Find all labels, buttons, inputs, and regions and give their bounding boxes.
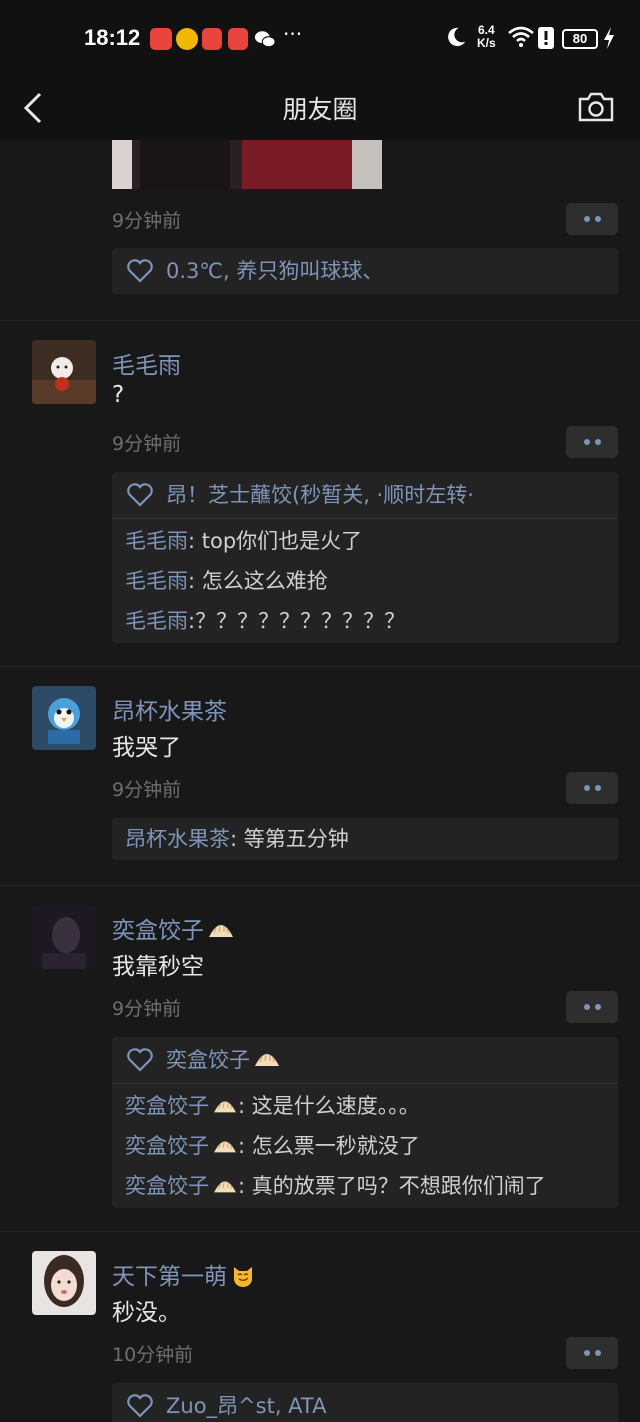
comment-author[interactable]: 毛毛雨 — [125, 569, 188, 593]
likes-row[interactable]: 奕盒饺子 — [112, 1037, 618, 1083]
comment-author[interactable]: 奕盒饺子 — [125, 1134, 209, 1158]
comment-author[interactable]: 昂杯水果茶 — [125, 827, 230, 851]
post-time: 10分钟前 — [112, 1344, 194, 1366]
weibo-icon — [176, 28, 198, 50]
social-panel: Zuo_昂^st, ATA — [112, 1383, 618, 1422]
comment-text: : 这是什么速度。。。 — [238, 1094, 420, 1118]
comment-text: : 怎么票一秒就没了 — [238, 1134, 420, 1158]
more-actions-button[interactable] — [566, 1337, 618, 1369]
likes-row[interactable]: 0.3℃, 养只狗叫球球、 — [112, 248, 618, 294]
nickname[interactable]: 奕盒饺子 — [112, 911, 235, 945]
post-text: 我靠秒空 — [112, 954, 204, 980]
avatar[interactable] — [32, 1251, 96, 1315]
camera-icon[interactable] — [577, 90, 615, 124]
post-text: 秒没。 — [112, 1300, 181, 1326]
social-panel: 昂杯水果茶: 等第五分钟 — [112, 818, 618, 860]
nav-bar: 朋友圈 — [0, 76, 640, 140]
post-divider — [0, 885, 640, 886]
comment-item[interactable]: 毛毛雨:？？？？？？？？？？ — [112, 601, 618, 641]
post-time: 9分钟前 — [112, 210, 182, 232]
avatar[interactable] — [32, 686, 96, 750]
dumpling-emoji-icon — [214, 1141, 236, 1153]
post-time: 9分钟前 — [112, 779, 182, 801]
moments-feed[interactable]: 9分钟前 0.3℃, 养只狗叫球球、 毛毛雨 ? 9分钟前 昂！芝士蘸饺(秒暂关… — [0, 140, 640, 1422]
comment-text: : top你们也是火了 — [188, 529, 363, 553]
nickname[interactable]: 毛毛雨 — [112, 346, 181, 380]
heart-icon — [127, 1394, 153, 1418]
dumpling-emoji-icon — [209, 925, 233, 937]
more-actions-button[interactable] — [566, 203, 618, 235]
comment-item[interactable]: 毛毛雨: top你们也是火了 — [112, 521, 618, 561]
network-speed: 6.4 K/s — [477, 24, 496, 50]
status-bar: 18:12 ··· 6.4 K/s 80 — [0, 0, 640, 76]
app-icon-red-2 — [228, 28, 248, 50]
dumpling-emoji-icon — [214, 1181, 236, 1193]
app-icon-red — [150, 28, 172, 50]
huawei-icon — [202, 28, 222, 50]
heart-icon — [127, 259, 153, 283]
post-divider — [0, 666, 640, 667]
post-text: ? — [112, 382, 125, 408]
more-actions-button[interactable] — [566, 772, 618, 804]
post-text: 我哭了 — [112, 735, 181, 761]
comment-item[interactable]: 奕盒饺子 : 这是什么速度。。。 — [112, 1086, 618, 1126]
post-divider — [0, 1231, 640, 1232]
comment-text: : 怎么这么难抢 — [188, 569, 328, 593]
comment-item[interactable]: 奕盒饺子 : 怎么票一秒就没了 — [112, 1126, 618, 1166]
comment-text: :？？？？？？？？？？ — [188, 609, 406, 633]
network-speed-unit: K/s — [477, 36, 496, 50]
post-time: 9分钟前 — [112, 998, 182, 1020]
comment-item[interactable]: 毛毛雨: 怎么这么难抢 — [112, 561, 618, 601]
heart-icon — [127, 483, 153, 507]
social-panel: 昂！芝士蘸饺(秒暂关, ·顺时左转· 毛毛雨: top你们也是火了 毛毛雨: 怎… — [112, 472, 618, 643]
status-time: 18:12 — [84, 25, 141, 50]
likes-names: Zuo_昂^st, ATA — [166, 1394, 327, 1418]
dumpling-emoji-icon — [255, 1054, 279, 1066]
heart-icon — [127, 1048, 153, 1072]
nickname[interactable]: 昂杯水果茶 — [112, 692, 227, 726]
likes-row[interactable]: 昂！芝士蘸饺(秒暂关, ·顺时左转· — [112, 472, 618, 518]
more-actions-button[interactable] — [566, 426, 618, 458]
social-panel: 0.3℃, 养只狗叫球球、 — [112, 248, 618, 294]
charging-icon — [604, 27, 614, 49]
comment-item[interactable]: 昂杯水果茶: 等第五分钟 — [112, 818, 618, 860]
avatar[interactable] — [32, 905, 96, 969]
comment-text: : 真的放票了吗？不想跟你们闹了 — [238, 1174, 546, 1198]
status-more: ··· — [283, 22, 303, 46]
post-image[interactable] — [112, 140, 382, 189]
avatar[interactable] — [32, 340, 96, 404]
dumpling-emoji-icon — [214, 1101, 236, 1113]
comment-author[interactable]: 奕盒饺子 — [125, 1094, 209, 1118]
likes-names: 昂！芝士蘸饺(秒暂关, ·顺时左转· — [166, 483, 474, 507]
comment-item[interactable]: 奕盒饺子 : 真的放票了吗？不想跟你们闹了 — [112, 1166, 618, 1206]
nickname[interactable]: 天下第一萌 — [112, 1257, 255, 1291]
likes-row[interactable]: Zuo_昂^st, ATA — [112, 1383, 618, 1422]
more-actions-button[interactable] — [566, 991, 618, 1023]
social-panel: 奕盒饺子 奕盒饺子 : 这是什么速度。。。 奕盒饺子 : 怎么票一秒就没了 奕盒饺子… — [112, 1037, 618, 1208]
comment-text: : 等第五分钟 — [230, 827, 349, 851]
post-divider — [0, 320, 640, 321]
likes-names: 奕盒饺子 — [166, 1048, 250, 1072]
comment-author[interactable]: 奕盒饺子 — [125, 1174, 209, 1198]
post-time: 9分钟前 — [112, 433, 182, 455]
battery-icon: 80 — [562, 29, 598, 49]
wifi-icon — [508, 26, 534, 47]
comment-author[interactable]: 毛毛雨 — [125, 609, 188, 633]
comment-author[interactable]: 毛毛雨 — [125, 529, 188, 553]
wechat-icon — [254, 31, 276, 48]
smirking-cat-emoji-icon — [234, 1267, 252, 1287]
likes-names: 0.3℃, 养只狗叫球球、 — [166, 259, 384, 283]
alert-icon — [538, 27, 554, 49]
page-title: 朋友圈 — [282, 95, 358, 124]
moon-icon — [448, 27, 466, 47]
